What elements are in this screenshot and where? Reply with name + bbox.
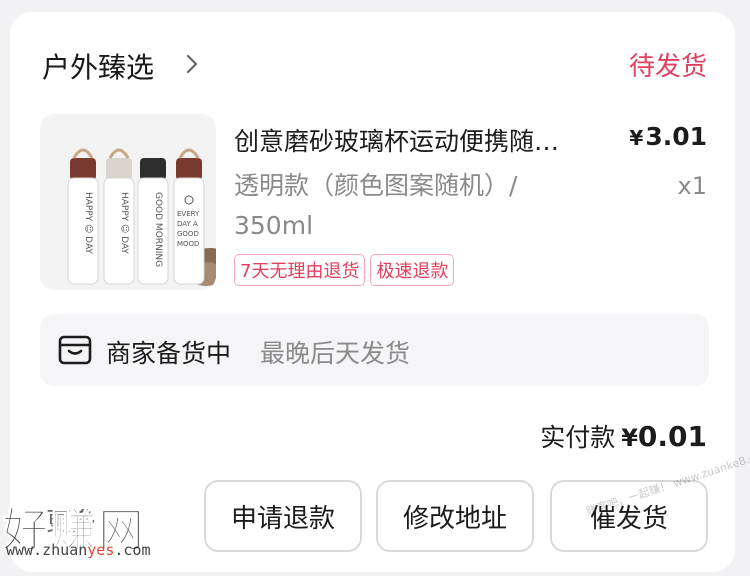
shipping-notice[interactable]: 商家备货中 最晚后天发货 <box>40 314 709 386</box>
watermark-url: www.zhuanyes.com <box>6 541 151 559</box>
payment-total: 实付款 ¥0.01 <box>540 418 707 454</box>
svg-text:HAPPY ☺ DAY: HAPPY ☺ DAY <box>83 192 94 254</box>
payment-symbol: ¥ <box>621 424 638 452</box>
notice-title: 商家备货中 <box>106 339 232 368</box>
product-item[interactable]: HAPPY ☺ DAY HAPPY ☺ DAY GOOD MORNING EVE… <box>40 114 707 294</box>
tag-fast-refund: 极速退款 <box>370 254 455 286</box>
product-spec: 透明款（颜色图案随机）/ 350ml <box>234 171 518 240</box>
svg-text:GOOD: GOOD <box>177 230 199 238</box>
tag-7day-return: 7天无理由退货 <box>234 254 366 286</box>
service-tags: 7天无理由退货 极速退款 <box>234 254 459 286</box>
watermark-url-b: .com <box>114 541 151 559</box>
bottles-illustration: HAPPY ☺ DAY HAPPY ☺ DAY GOOD MORNING EVE… <box>40 114 216 290</box>
product-image[interactable]: HAPPY ☺ DAY HAPPY ☺ DAY GOOD MORNING EVE… <box>40 114 216 290</box>
modify-address-button[interactable]: 修改地址 <box>376 480 534 552</box>
price-symbol: ¥ <box>629 126 644 150</box>
watermark-url-highlight: yes <box>87 541 115 559</box>
shop-header[interactable]: 户外臻选 待发货 <box>42 42 707 86</box>
svg-text:GOOD MORNING: GOOD MORNING <box>153 192 163 267</box>
svg-text:MOOD: MOOD <box>177 240 199 248</box>
order-status: 待发货 <box>628 52 707 82</box>
product-title: 创意磨砂玻璃杯运动便携随… <box>234 127 560 156</box>
watermark-url-a: www.zhuan <box>6 541 88 559</box>
product-quantity: x1 <box>677 172 707 200</box>
order-card[interactable]: 户外臻选 待发货 HAPPY ☺ DAY HAPPY ☺ DAY GOOD MO… <box>10 12 735 572</box>
svg-text:EVERY: EVERY <box>177 210 200 218</box>
product-price: ¥3.01 <box>629 122 707 151</box>
payment-amount: 0.01 <box>637 420 707 453</box>
svg-text:HAPPY ☺ DAY: HAPPY ☺ DAY <box>119 192 130 254</box>
chevron-right-icon <box>186 54 198 74</box>
svg-text:DAY A: DAY A <box>177 220 198 228</box>
package-box-icon <box>58 335 92 365</box>
price-value: 3.01 <box>645 122 707 151</box>
payment-label: 实付款 <box>540 423 616 452</box>
notice-subtitle: 最晚后天发货 <box>260 339 411 368</box>
apply-refund-button[interactable]: 申请退款 <box>204 480 362 552</box>
shop-name[interactable]: 户外臻选 <box>42 46 154 86</box>
